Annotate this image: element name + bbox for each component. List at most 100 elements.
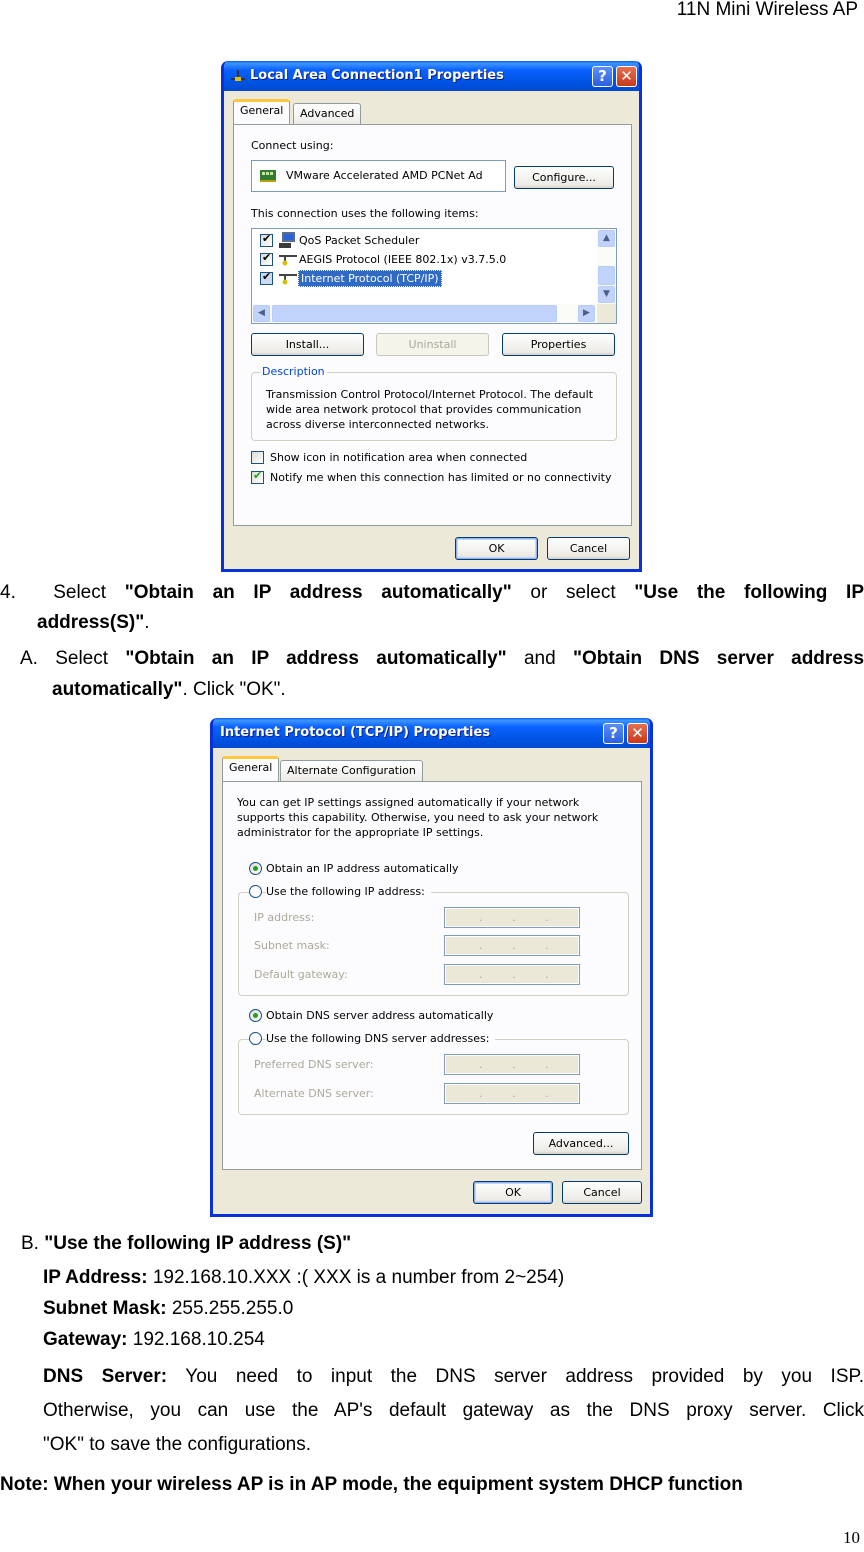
cancel-button[interactable]: Cancel [547, 537, 630, 560]
properties-button[interactable]: Properties [502, 333, 615, 356]
step-b-title: "Use the following IP address (S)" [44, 1233, 352, 1254]
install-button[interactable]: Install... [251, 333, 364, 356]
step-number: 4. [0, 582, 16, 603]
step-a-line-1: A. Select "Obtain an IP address automati… [20, 645, 864, 673]
list-item[interactable]: ✔ AEGIS Protocol (IEEE 802.1x) v3.7.5.0 [252, 251, 592, 269]
close-button[interactable]: ✕ [627, 723, 648, 744]
notify-checkbox[interactable]: ✔ [251, 469, 264, 484]
title-bar[interactable]: Internet Protocol (TCP/IP) Properties ? … [213, 718, 650, 748]
step-b-heading: B. "Use the following IP address (S)" [21, 1230, 351, 1258]
dialog-title: Internet Protocol (TCP/IP) Properties [220, 725, 491, 740]
ok-button[interactable]: OK [473, 1181, 553, 1204]
radio-obtain-dns[interactable] [249, 1009, 262, 1022]
step-a-option-dns: "Obtain DNS server address [572, 648, 864, 669]
local-area-connection-properties-dialog: Local Area Connection1 Properties ? ✕ Ge… [221, 61, 642, 572]
dns-server-line-3: "OK" to save the configurations. [43, 1434, 312, 1455]
scroll-right-icon[interactable]: ▶ [578, 305, 595, 322]
show-icon-label: Show icon in notification area when conn… [270, 451, 528, 464]
components-list[interactable]: ✔ QoS Packet Scheduler ✔ AEGIS Protocol … [251, 228, 617, 324]
check-icon: ✔ [253, 469, 263, 482]
alternate-dns-input: ... [444, 1083, 580, 1104]
description-label: Description [260, 365, 327, 378]
notify-label: Notify me when this connection has limit… [270, 471, 612, 484]
step-a-option-ip: "Obtain an IP address automatically" [125, 648, 507, 669]
alternate-dns-label: Alternate DNS server: [254, 1087, 374, 1100]
default-gateway-label: Default gateway: [254, 968, 348, 981]
description-group: Description Transmission Control Protoco… [251, 365, 617, 441]
check-icon: ✔ [262, 232, 272, 245]
tab-general[interactable]: General [222, 756, 280, 781]
ok-button[interactable]: OK [455, 537, 538, 560]
tab-general[interactable]: General [233, 99, 291, 124]
list-item-selected[interactable]: ✔ Internet Protocol (TCP/IP) [252, 270, 592, 288]
scroll-thumb-horizontal[interactable] [272, 305, 557, 322]
help-button[interactable]: ? [603, 723, 624, 744]
adapter-field: VMware Accelerated AMD PCNet Ad [251, 160, 506, 192]
radio-selected-dot [253, 1013, 258, 1018]
scroll-corner [597, 304, 616, 323]
configure-button[interactable]: Configure... [514, 166, 614, 189]
tab-advanced[interactable]: Advanced [293, 103, 362, 125]
step-b-prefix: B. [21, 1233, 39, 1254]
scroll-thumb[interactable] [598, 266, 615, 285]
scroll-down-icon[interactable]: ▼ [598, 286, 615, 303]
title-bar[interactable]: Local Area Connection1 Properties ? ✕ [224, 61, 639, 91]
item-label: QoS Packet Scheduler [299, 234, 420, 247]
advanced-button[interactable]: Advanced... [533, 1132, 629, 1155]
protocol-icon [279, 255, 297, 266]
gateway-line: Gateway: 192.168.10.254 [43, 1326, 265, 1354]
scheduler-icon [279, 232, 295, 248]
intro-text: You can get IP settings assigned automat… [237, 796, 599, 839]
radio-selected-dot [253, 866, 258, 871]
step-text: or select [530, 582, 616, 603]
network-adapter-icon [260, 170, 276, 182]
step-text: and [523, 648, 556, 669]
items-label: This connection uses the following items… [251, 207, 479, 220]
show-icon-checkbox[interactable] [251, 451, 264, 464]
scroll-up-icon[interactable]: ▲ [598, 230, 615, 247]
page-number: 10 [843, 1528, 860, 1547]
radio-use-dns-label: Use the following DNS server addresses: [266, 1032, 496, 1045]
dns-server-term: DNS Server: [43, 1366, 168, 1387]
preferred-dns-input: ... [444, 1054, 580, 1075]
close-button[interactable]: ✕ [616, 66, 637, 87]
ip-address-line: IP Address: 192.168.10.XXX :( XXX is a n… [43, 1264, 564, 1292]
item-checkbox[interactable]: ✔ [260, 251, 273, 266]
item-checkbox[interactable]: ✔ [260, 232, 273, 247]
step-a-prefix: A. Select [20, 648, 109, 669]
protocol-icon [279, 274, 297, 285]
ip-address-input: ... [444, 907, 580, 928]
gateway-term: Gateway: [43, 1329, 128, 1350]
help-icon: ? [609, 724, 618, 742]
radio-obtain-ip[interactable] [249, 862, 262, 875]
list-item[interactable]: ✔ QoS Packet Scheduler [252, 232, 592, 250]
check-icon: ✔ [262, 251, 272, 264]
document-header: 11N Mini Wireless AP [676, 0, 858, 20]
uninstall-button: Uninstall [376, 333, 489, 356]
check-icon: ✔ [262, 270, 272, 283]
step-text: . Click "OK". [182, 679, 286, 700]
help-button[interactable]: ? [592, 66, 613, 87]
note-text: Note: When your wireless AP is in AP mod… [0, 1474, 743, 1495]
gateway-value: 192.168.10.254 [132, 1329, 265, 1350]
radio-use-ip[interactable] [249, 885, 262, 898]
horizontal-scrollbar[interactable]: ◀ ▶ [252, 304, 597, 323]
subnet-mask-term: Subnet Mask: [43, 1298, 167, 1319]
item-checkbox[interactable]: ✔ [260, 270, 273, 285]
dialog-title: Local Area Connection1 Properties [250, 68, 504, 83]
dns-server-text: You need to input the DNS server address… [185, 1366, 864, 1387]
vertical-scrollbar[interactable]: ▲ ▼ [597, 229, 616, 305]
step-4-line-1: 4. Select "Obtain an IP address automati… [0, 579, 864, 607]
dns-server-line-1: DNS Server: You need to input the DNS se… [43, 1363, 864, 1391]
step-option-use: "Use the following IP [634, 582, 864, 603]
step-a-option-dns-continued: automatically" [52, 679, 183, 700]
tab-alternate-configuration[interactable]: Alternate Configuration [280, 760, 423, 782]
help-icon: ? [598, 67, 607, 85]
radio-use-dns[interactable] [249, 1032, 262, 1045]
radio-obtain-ip-label: Obtain an IP address automatically [266, 862, 459, 875]
scroll-left-icon[interactable]: ◀ [253, 305, 270, 322]
subnet-mask-value: 255.255.255.0 [171, 1298, 294, 1319]
cancel-button[interactable]: Cancel [562, 1181, 642, 1204]
close-icon: ✕ [631, 724, 644, 742]
radio-use-ip-label: Use the following IP address: [266, 885, 431, 898]
